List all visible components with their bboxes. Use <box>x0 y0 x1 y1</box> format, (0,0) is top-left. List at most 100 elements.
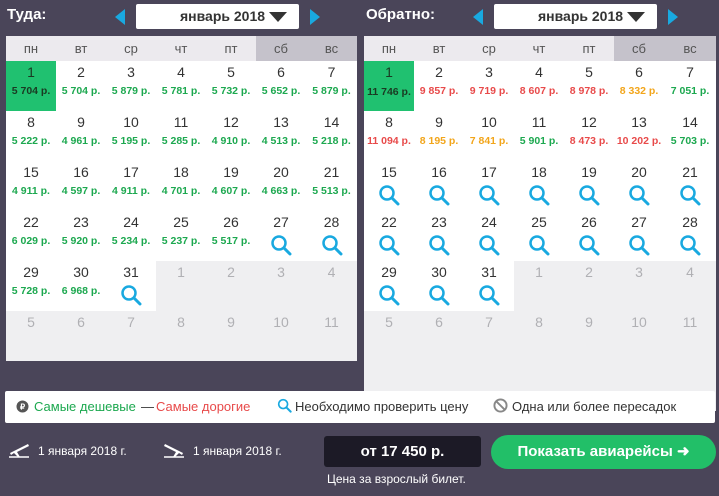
day-cell[interactable]: 3 5 879 р. <box>106 61 156 111</box>
day-cell[interactable]: 31 <box>464 261 514 311</box>
day-cell[interactable]: 20 <box>614 161 664 211</box>
search-icon[interactable] <box>628 184 650 206</box>
search-icon[interactable] <box>378 234 400 256</box>
day-cell[interactable]: 8 5 222 р. <box>6 111 56 161</box>
search-icon[interactable] <box>679 184 701 206</box>
day-cell[interactable]: 23 5 920 р. <box>56 211 106 261</box>
day-cell[interactable]: 11 5 901 р. <box>514 111 564 161</box>
search-icon[interactable] <box>428 234 450 256</box>
day-cell[interactable]: 4 5 781 р. <box>156 61 206 111</box>
day-cell[interactable]: 13 4 513 р. <box>256 111 306 161</box>
day-cell[interactable]: 1 5 704 р. <box>6 61 56 111</box>
day-cell[interactable]: 2 5 704 р. <box>56 61 106 111</box>
day-cell[interactable]: 26 5 517 р. <box>206 211 256 261</box>
search-icon[interactable] <box>321 234 343 256</box>
day-cell[interactable]: 13 10 202 р. <box>614 111 664 161</box>
day-number: 10 <box>273 314 289 330</box>
day-cell[interactable]: 5 5 732 р. <box>206 61 256 111</box>
day-cell[interactable]: 21 5 513 р. <box>306 161 357 211</box>
day-cell[interactable]: 22 <box>364 211 414 261</box>
day-cell[interactable]: 10 5 195 р. <box>106 111 156 161</box>
day-number: 8 <box>177 314 185 330</box>
day-cell[interactable]: 29 <box>364 261 414 311</box>
day-cell[interactable]: 15 4 911 р. <box>6 161 56 211</box>
search-icon[interactable] <box>378 184 400 206</box>
day-cell[interactable]: 24 <box>464 211 514 261</box>
day-cell[interactable]: 5 8 978 р. <box>564 61 614 111</box>
day-cell[interactable]: 7 7 051 р. <box>664 61 716 111</box>
day-cell[interactable]: 21 <box>664 161 716 211</box>
day-cell[interactable]: 9 4 961 р. <box>56 111 106 161</box>
day-cell[interactable]: 3 9 719 р. <box>464 61 514 111</box>
day-price: 5 652 р. <box>261 85 301 97</box>
search-icon[interactable] <box>120 284 142 306</box>
day-cell[interactable]: 25 <box>514 211 564 261</box>
day-cell[interactable]: 17 <box>464 161 514 211</box>
day-cell[interactable]: 28 <box>306 211 357 261</box>
outbound-month-select[interactable]: январь 2018 <box>136 4 299 29</box>
search-icon[interactable] <box>270 234 292 256</box>
day-cell[interactable]: 17 4 911 р. <box>106 161 156 211</box>
day-cell[interactable]: 27 <box>614 211 664 261</box>
outbound-next-month-arrow[interactable] <box>310 9 320 25</box>
day-cell[interactable]: 19 4 607 р. <box>206 161 256 211</box>
outbound-prev-month-arrow[interactable] <box>115 9 125 25</box>
day-cell[interactable]: 2 9 857 р. <box>414 61 464 111</box>
search-icon[interactable] <box>478 184 500 206</box>
day-cell[interactable]: 23 <box>414 211 464 261</box>
day-cell[interactable]: 26 <box>564 211 614 261</box>
day-cell-other-month: 7 <box>106 311 156 361</box>
day-cell[interactable]: 28 <box>664 211 716 261</box>
search-icon[interactable] <box>528 184 550 206</box>
day-cell[interactable]: 16 4 597 р. <box>56 161 106 211</box>
day-cell[interactable]: 19 <box>564 161 614 211</box>
search-icon[interactable] <box>628 234 650 256</box>
day-cell[interactable]: 6 8 332 р. <box>614 61 664 111</box>
day-price: 5 222 р. <box>11 135 51 147</box>
day-cell[interactable]: 27 <box>256 211 306 261</box>
day-cell[interactable]: 14 5 218 р. <box>306 111 357 161</box>
day-price: 5 879 р. <box>312 85 351 97</box>
day-cell[interactable]: 1 11 746 р. <box>364 61 414 111</box>
day-cell[interactable]: 7 5 879 р. <box>306 61 357 111</box>
day-cell[interactable]: 20 4 663 р. <box>256 161 306 211</box>
day-cell[interactable]: 12 8 473 р. <box>564 111 614 161</box>
search-icon[interactable] <box>528 234 550 256</box>
day-cell[interactable]: 24 5 234 р. <box>106 211 156 261</box>
day-cell[interactable]: 9 8 195 р. <box>414 111 464 161</box>
day-cell-other-month: 1 <box>514 261 564 311</box>
search-icon[interactable] <box>679 234 701 256</box>
show-flights-button[interactable]: Показать авиарейсы ➜ <box>491 435 716 469</box>
day-price: 4 607 р. <box>211 185 251 197</box>
day-cell[interactable]: 30 6 968 р. <box>56 261 106 311</box>
inbound-month-select[interactable]: январь 2018 <box>494 4 657 29</box>
day-cell[interactable]: 30 <box>414 261 464 311</box>
day-cell[interactable]: 11 5 285 р. <box>156 111 206 161</box>
day-cell[interactable]: 8 11 094 р. <box>364 111 414 161</box>
search-icon[interactable] <box>378 284 400 306</box>
day-price: 10 202 р. <box>616 135 662 147</box>
day-cell[interactable]: 18 <box>514 161 564 211</box>
day-cell[interactable]: 25 5 237 р. <box>156 211 206 261</box>
day-cell[interactable]: 4 8 607 р. <box>514 61 564 111</box>
day-cell[interactable]: 6 5 652 р. <box>256 61 306 111</box>
search-icon[interactable] <box>428 284 450 306</box>
search-icon[interactable] <box>578 184 600 206</box>
search-icon[interactable] <box>478 284 500 306</box>
day-cell[interactable]: 18 4 701 р. <box>156 161 206 211</box>
cheap-marker-icon: ₽ <box>16 400 29 413</box>
inbound-next-month-arrow[interactable] <box>668 9 678 25</box>
day-cell[interactable]: 14 5 703 р. <box>664 111 716 161</box>
inbound-prev-month-arrow[interactable] <box>473 9 483 25</box>
day-cell[interactable]: 16 <box>414 161 464 211</box>
day-cell[interactable]: 12 4 910 р. <box>206 111 256 161</box>
day-cell[interactable]: 10 7 841 р. <box>464 111 514 161</box>
day-cell[interactable]: 22 6 029 р. <box>6 211 56 261</box>
day-price: 8 332 р. <box>619 85 659 97</box>
day-cell[interactable]: 29 5 728 р. <box>6 261 56 311</box>
search-icon[interactable] <box>478 234 500 256</box>
day-cell[interactable]: 15 <box>364 161 414 211</box>
search-icon[interactable] <box>578 234 600 256</box>
search-icon[interactable] <box>428 184 450 206</box>
day-cell[interactable]: 31 <box>106 261 156 311</box>
